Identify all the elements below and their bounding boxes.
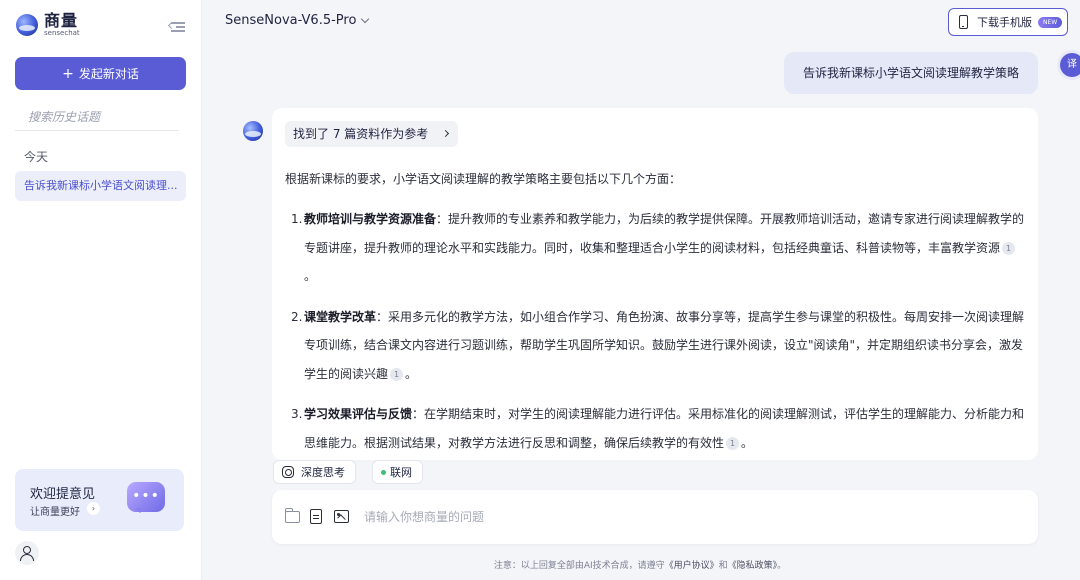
answer-point: 2. 课堂教学改革：采用多元化的教学方法，如小组合作学习、角色扮演、故事分享等，提… (291, 309, 1025, 381)
privacy-policy-link[interactable]: 《隐私政策》 (728, 561, 778, 571)
answer-point-text: ：在学期结束时，对学生的阅读理解能力进行评估。采用标准化的阅读理解测试，评估学生… (304, 407, 1025, 450)
answer-point-title: 教师培训与教学资源准备 (304, 212, 437, 226)
message-input[interactable] (364, 505, 1004, 529)
history-group-today: 今天 (24, 150, 49, 164)
plus-icon: + (62, 65, 74, 82)
document-upload-icon[interactable] (310, 509, 322, 524)
download-app-label: 下载手机版 (977, 16, 1032, 29)
feedback-subtitle: 让商量更好 (30, 507, 80, 518)
web-search-label: 联网 (390, 466, 412, 479)
feedback-title: 欢迎提意见 (30, 487, 96, 502)
chevron-right-icon (442, 129, 450, 138)
deep-think-label: 深度思考 (301, 466, 345, 479)
web-search-toggle[interactable]: 联网 (372, 460, 423, 484)
feedback-card[interactable]: 欢迎提意见 让商量更好 › ••• (15, 469, 184, 531)
collapse-sidebar-icon[interactable] (167, 19, 185, 35)
new-chat-label: 发起新对话 (78, 67, 139, 81)
answer-point-title: 课堂教学改革 (304, 309, 377, 324)
translate-button[interactable]: 译 (1060, 53, 1080, 77)
disclaimer: 注意：以上回复全部由AI技术合成，请遵守《用户协议》和《隐私政策》。 (493, 561, 787, 571)
image-upload-icon[interactable] (334, 510, 349, 523)
citation-badge[interactable]: 1 (726, 436, 740, 450)
answer-intro: 根据新课标的要求，小学语文阅读理解的教学策略主要包括以下几个方面： (285, 172, 682, 186)
deep-think-icon (282, 466, 294, 478)
chevron-down-icon (361, 14, 370, 23)
assistant-avatar (243, 121, 263, 141)
sensechat-logo-icon (16, 14, 38, 36)
new-chat-button[interactable]: + 发起新对话 (15, 57, 186, 90)
user-message: 告诉我新课标小学语文阅读理解教学策略 (784, 52, 1038, 94)
logo-title: 商量 (44, 11, 79, 30)
deep-think-toggle[interactable]: 深度思考 (273, 460, 356, 484)
assistant-message: 找到了 7 篇资料作为参考 根据新课标的要求，小学语文阅读理解的教学策略主要包括… (272, 108, 1038, 460)
references-button[interactable]: 找到了 7 篇资料作为参考 (285, 121, 459, 147)
model-name: SenseNova-V6.5-Pro (225, 13, 357, 28)
model-selector[interactable]: SenseNova-V6.5-Pro (225, 13, 370, 28)
status-dot-icon (381, 469, 386, 475)
references-label: 找到了 7 篇资料作为参考 (293, 127, 429, 141)
sidebar: 商量 sensechat + 发起新对话 今天 告诉我新课标小学语文阅读理...… (0, 0, 202, 580)
new-badge: NEW (1038, 16, 1063, 28)
logo-subtitle: sensechat (44, 29, 80, 37)
answer-list: 1. 教师培训与教学资源准备：提升教师的专业素养和教学能力，为后续的教学提供保障。… (285, 205, 1025, 460)
chat-bubble-icon: ••• (127, 482, 165, 513)
logo[interactable]: 商量 sensechat (16, 13, 80, 37)
history-item[interactable]: 告诉我新课标小学语文阅读理... (15, 171, 186, 201)
phone-icon (959, 15, 968, 29)
download-app-button[interactable]: 下载手机版 NEW (948, 8, 1068, 36)
history-search-input[interactable] (15, 104, 179, 131)
answer-point: 1. 教师培训与教学资源准备：提升教师的专业素养和教学能力，为后续的教学提供保障。… (291, 212, 1025, 283)
chevron-right-icon: › (87, 502, 100, 515)
user-agreement-link[interactable]: 《用户协议》 (665, 561, 719, 571)
citation-badge[interactable]: 1 (390, 367, 404, 381)
citation-badge[interactable]: 1 (1002, 241, 1016, 255)
answer-point-title: 学习效果评估与反馈 (304, 407, 413, 421)
answer-point: 3. 学习效果评估与反馈：在学期结束时，对学生的阅读理解能力进行评估。采用标准化的… (291, 407, 1025, 450)
folder-icon[interactable] (285, 508, 300, 523)
composer (272, 490, 1038, 544)
